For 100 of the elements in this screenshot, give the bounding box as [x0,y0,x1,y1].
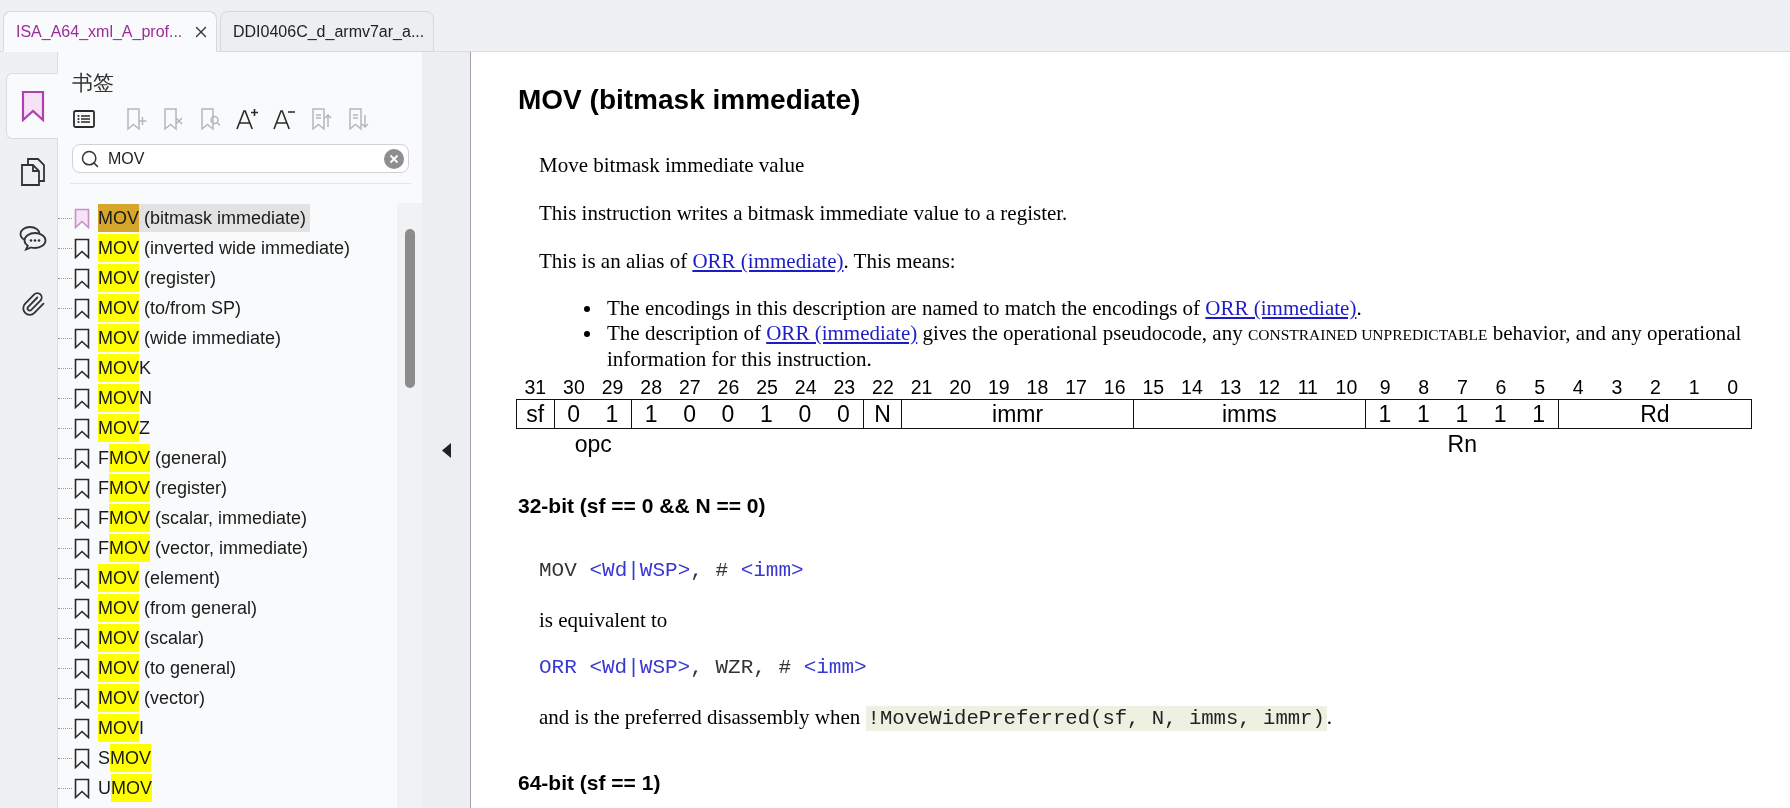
search-field[interactable]: MOV [72,144,409,173]
bit-value: 1 [1378,401,1392,427]
bit-value: 0 [683,401,696,427]
document-tab[interactable]: ISA_A64_xml_A_prof... [3,11,217,52]
bit-value: 0 [837,401,850,427]
encoding-field: Rd [1558,399,1752,429]
bullet-icon [584,331,590,337]
bit-number: 10 [1335,377,1358,397]
bookmark-title[interactable]: FMOV (vector, immediate) [98,534,313,562]
bookmark-icon [74,567,90,589]
bullet-icon [584,306,590,312]
bit-value: 1 [1455,401,1469,427]
bookmark-title[interactable]: MOV (vector) [98,684,210,712]
bit-number: 16 [1103,377,1126,397]
bookmark-icon [74,267,90,289]
code-link[interactable]: <Wd|WSP> [589,559,691,582]
bookmark-icon [74,447,90,469]
bookmark-title[interactable]: MOV (from general) [98,594,262,622]
code-line: MOV <Wd|WSP>, # <imm> [539,558,804,584]
list-item-text: The description of ORR (immediate) gives the operational pseudocode, any CONSTRAINED UNPREDICTABLE behavior, and any operational information for this instruction. [607,321,1743,372]
bit-value: 1 [760,401,773,427]
bit-number: 25 [756,377,778,397]
scrollbar-thumb[interactable] [405,229,415,388]
code-link[interactable]: ORR [539,656,577,679]
bit-number: 2 [1650,377,1661,397]
body-text: Move bitmask immediate value [539,153,805,178]
bit-number: 4 [1572,377,1584,397]
text-size-up-icon[interactable] [235,107,259,131]
encoding-field: sf [516,399,555,429]
bookmark-title[interactable]: FMOV (register) [98,474,232,502]
bookmark-title[interactable]: MOV (bitmask immediate) [98,204,311,232]
bit-value: 1 [644,401,658,427]
body-text: and is the preferred disassembly when !MoveWidePreferred(sf, N, imms, immr). [539,705,1333,731]
bit-value: 0 [798,401,812,427]
bit-number: 3 [1611,377,1623,397]
link[interactable]: ORR (immediate) [1205,296,1357,320]
bookmark-title[interactable]: MOV (element) [98,564,225,592]
bit-number: 14 [1181,377,1203,397]
bit-number: 15 [1142,377,1165,397]
encoding-field: N [863,399,903,429]
bookmark-title[interactable]: MOV (to general) [98,654,241,682]
bit-value: 1 [605,401,619,427]
section-heading: 64-bit (sf == 1) [518,771,661,795]
bit-number: 6 [1495,377,1507,397]
bit-value: 1 [1417,401,1430,427]
bookmark-icon [74,597,90,619]
paperclip-icon [19,291,46,317]
bit-number: 7 [1456,377,1468,397]
bit-number: 21 [910,377,933,397]
bookmark-icon [74,627,90,649]
bookmark-title[interactable]: MOV (register) [98,264,221,292]
bit-value: 1 [1493,401,1507,427]
clear-icon[interactable] [384,148,404,169]
bookmark-icon [74,327,90,349]
bookmark-title[interactable]: MOV (wide immediate) [98,324,286,352]
comments-icon [18,225,47,251]
bit-number: 30 [563,377,585,397]
bit-number: 18 [1026,377,1049,397]
bit-number: 29 [601,377,624,397]
bit-number: 1 [1688,377,1700,397]
bookmark-icon [74,777,90,799]
pages-icon [19,157,46,187]
bit-value: 0 [567,401,581,427]
bookmark-title[interactable]: MOV (scalar) [98,624,209,652]
bookmark-title[interactable]: FMOV (general) [98,444,232,472]
code-link[interactable]: <imm> [740,559,804,582]
bit-number: 31 [524,377,547,397]
bookmark-icon [74,237,90,259]
bit-number: 11 [1297,377,1318,397]
bookmark-title[interactable]: FMOV (scalar, immediate) [98,504,312,532]
page-heading: MOV (bitmask immediate) [518,83,861,117]
field-caption: opc [574,432,612,456]
text-size-down-icon[interactable] [272,107,296,131]
bookmark-icon [74,417,90,439]
encoding-field: imms [1134,399,1366,429]
list-icon[interactable] [72,107,96,131]
field-caption: Rn [1447,432,1477,456]
bookmark-icon [74,537,90,559]
body-text: This instruction writes a bitmask immediate value to a register. [539,201,1068,226]
bookmark-icon [74,357,90,379]
bit-number: 13 [1219,377,1242,397]
code-link[interactable]: <Wd|WSP> [589,656,691,679]
panel-tab[interactable] [6,73,58,139]
bookmark-title[interactable]: MOV (to/from SP) [98,294,246,322]
section-heading: 32-bit (sf == 0 && N == 0) [518,494,766,518]
inline-code: !MoveWidePreferred(sf, N, imms, immr) [865,706,1327,731]
document-tab[interactable]: DDI0406C_d_armv7ar_a... [220,11,434,52]
bit-value: 1 [1532,401,1546,427]
bit-number: 8 [1418,377,1430,397]
bit-number: 19 [987,377,1010,397]
bit-number: 9 [1379,377,1391,397]
bookmark-icon [20,90,45,122]
bookmark-title[interactable]: MOV (inverted wide immediate) [98,234,355,262]
collapse-arrow-icon[interactable] [441,443,451,458]
encoding-field: immr [902,399,1134,429]
code-link[interactable]: <imm> [803,656,867,679]
link[interactable]: ORR (immediate) [766,321,918,345]
link[interactable]: ORR (immediate) [692,249,844,273]
bit-number: 26 [717,377,740,397]
bit-number: 23 [833,377,856,397]
